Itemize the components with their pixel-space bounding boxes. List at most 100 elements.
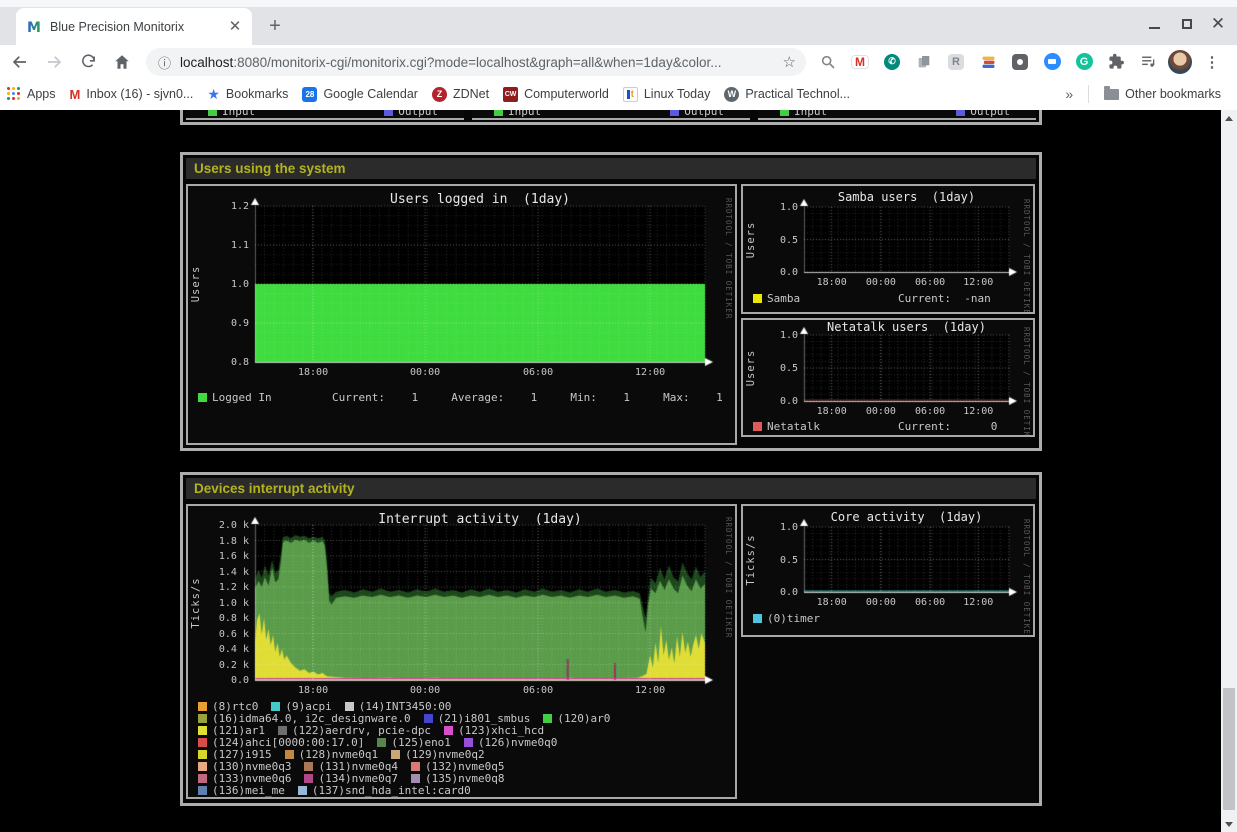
bookmark-star-icon[interactable]: ☆ (783, 53, 796, 71)
legend-row: (133)nvme0q6(134)nvme0q7(135)nvme0q8 (198, 772, 731, 784)
legend-swatch (444, 726, 453, 735)
x-tick-label: 06:00 (523, 367, 553, 378)
x-tick-label: 00:00 (866, 277, 896, 288)
y-tick-label: 2.0 k (188, 520, 249, 531)
page-scrollbar[interactable] (1221, 110, 1237, 832)
y-tick-label: 0.0 (188, 675, 249, 686)
x-tick-label: 00:00 (866, 406, 896, 417)
y-tick-label: 1.0 k (188, 598, 249, 609)
partial-graph-panel[interactable]: Input Output (758, 110, 1036, 120)
page-info-icon[interactable]: ⓘ (158, 53, 171, 72)
bookmarks-overflow-chevron[interactable]: » (1065, 86, 1073, 102)
y-tick-label: 0.2 k (188, 660, 249, 671)
zoom-extension-icon[interactable] (1039, 49, 1065, 75)
legend-swatch (198, 738, 207, 747)
legend-label: (0)timer (767, 612, 820, 625)
legend-input: Input (494, 110, 541, 118)
y-tick-label: 0.0 (743, 267, 798, 278)
playlist-extension-icon[interactable] (1135, 49, 1161, 75)
x-tick-label: 06:00 (523, 685, 553, 696)
partial-graph-panel[interactable]: Input Output (472, 110, 750, 120)
legend-label: (126)nvme0q0 (478, 736, 557, 749)
netatalk-users-graph[interactable]: Netatalk users (1day)Users1.00.50.018:00… (741, 318, 1035, 437)
x-tick-label: 12:00 (963, 406, 993, 417)
apps-shortcut[interactable]: Apps (7, 87, 56, 101)
window-minimize-button[interactable] (1143, 13, 1165, 35)
search-extension-icon[interactable] (815, 49, 841, 75)
chart-title: Users logged in (1day) (390, 194, 570, 205)
gray-r-extension-icon[interactable]: R (943, 49, 969, 75)
y-tick-label: 1.8 k (188, 536, 249, 547)
window-maximize-button[interactable] (1176, 13, 1198, 35)
address-bar[interactable]: ⓘ localhost:8080/monitorix-cgi/monitorix… (146, 48, 806, 76)
bookmark-practical-technology[interactable]: W Practical Technol... (724, 87, 850, 102)
back-button[interactable] (6, 48, 34, 76)
tab-close-icon[interactable]: ✕ (226, 18, 244, 36)
home-button[interactable] (108, 48, 136, 76)
grammarly-extension-icon[interactable]: G (1071, 49, 1097, 75)
forward-button[interactable] (40, 48, 68, 76)
bookmark-linux-today[interactable]: t Linux Today (623, 87, 711, 102)
legend-swatch (304, 774, 313, 783)
x-tick-label: 00:00 (866, 597, 896, 608)
rrdtool-watermark: RRDTOOL / TOBI OETIKER (724, 517, 733, 638)
legend-swatch (198, 393, 207, 402)
legend-swatch (543, 714, 552, 723)
y-tick-label: 0.5 (743, 235, 798, 246)
new-tab-button[interactable]: + (262, 14, 288, 40)
rrdtool-watermark: RRDTOOL / TOBI OETIKER (724, 198, 733, 319)
bookmark-inbox[interactable]: M Inbox (16) - sjvn0... (70, 87, 194, 102)
y-tick-label: 1.2 k (188, 582, 249, 593)
calendar-icon: 28 (302, 87, 317, 102)
bookmark-bookmarks[interactable]: ★ Bookmarks (207, 86, 288, 103)
x-tick-label: 06:00 (915, 277, 945, 288)
scrollbar-up-arrow[interactable] (1221, 110, 1237, 126)
bookmark-zdnet[interactable]: Z ZDNet (432, 87, 489, 102)
y-tick-label: 1.0 (743, 202, 798, 213)
users-logged-in-graph[interactable]: Users logged in (1day)Users1.21.11.00.90… (186, 184, 737, 445)
reload-button[interactable] (74, 48, 102, 76)
x-tick-label: 12:00 (635, 367, 665, 378)
extensions-puzzle-icon[interactable] (1103, 49, 1129, 75)
extensions-row: M ✆ R G ⋮ (812, 45, 1228, 78)
chart-title: Interrupt activity (1day) (378, 514, 582, 525)
other-bookmarks-button[interactable]: Other bookmarks (1104, 87, 1221, 101)
url-text[interactable]: localhost:8080/monitorix-cgi/monitorix.c… (180, 55, 775, 70)
legend-label: (137)snd_hda_intel:card0 (312, 784, 471, 797)
voice-extension-icon[interactable]: ✆ (879, 49, 905, 75)
partial-graph-panel[interactable]: Input Output (186, 110, 464, 120)
y-tick-label: 0.8 (188, 357, 249, 368)
books-stack-extension-icon[interactable] (975, 49, 1001, 75)
chart-title: Netatalk users (1day) (827, 322, 986, 333)
browser-menu-icon[interactable]: ⋮ (1199, 49, 1225, 75)
bookmark-google-calendar[interactable]: 28 Google Calendar (302, 87, 418, 102)
bookmark-computerworld[interactable]: CW Computerworld (503, 87, 609, 102)
x-tick-label: 18:00 (298, 685, 328, 696)
samba-users-graph[interactable]: Samba users (1day)Users1.00.50.018:0000:… (741, 184, 1035, 314)
legend-swatch (198, 774, 207, 783)
legend-swatch (464, 738, 473, 747)
chart-title: Samba users (1day) (838, 192, 975, 203)
gmail-extension-icon[interactable]: M (847, 49, 873, 75)
window-close-button[interactable]: ✕ (1207, 13, 1229, 35)
legend-input: Input (780, 110, 827, 118)
devices-section: Devices interrupt activity Interrupt act… (180, 472, 1042, 806)
interrupt-activity-graph[interactable]: Interrupt activity (1day)Ticks/s2.0 k1.8… (186, 504, 737, 799)
flashlight-extension-icon[interactable] (1007, 49, 1033, 75)
core-activity-graph[interactable]: Core activity (1day)Ticks/s1.00.50.018:0… (741, 504, 1035, 637)
scrollbar-down-arrow[interactable] (1221, 816, 1237, 832)
copy-pages-extension-icon[interactable] (911, 49, 937, 75)
legend-swatch (198, 714, 207, 723)
tab-title: Blue Precision Monitorix (50, 20, 226, 34)
x-tick-label: 12:00 (963, 597, 993, 608)
y-tick-label: 0.8 k (188, 613, 249, 624)
star-icon: ★ (207, 86, 220, 103)
scrollbar-thumb[interactable] (1223, 688, 1235, 810)
legend-stats: Current: 0 (898, 420, 997, 433)
legend-stats: Current: -nan (898, 292, 991, 305)
legend-swatch (753, 422, 762, 431)
browser-tab[interactable]: M Blue Precision Monitorix ✕ (16, 8, 252, 45)
monitorix-favicon: M (26, 19, 42, 35)
output-swatch (956, 110, 965, 116)
profile-avatar[interactable] (1167, 49, 1193, 75)
